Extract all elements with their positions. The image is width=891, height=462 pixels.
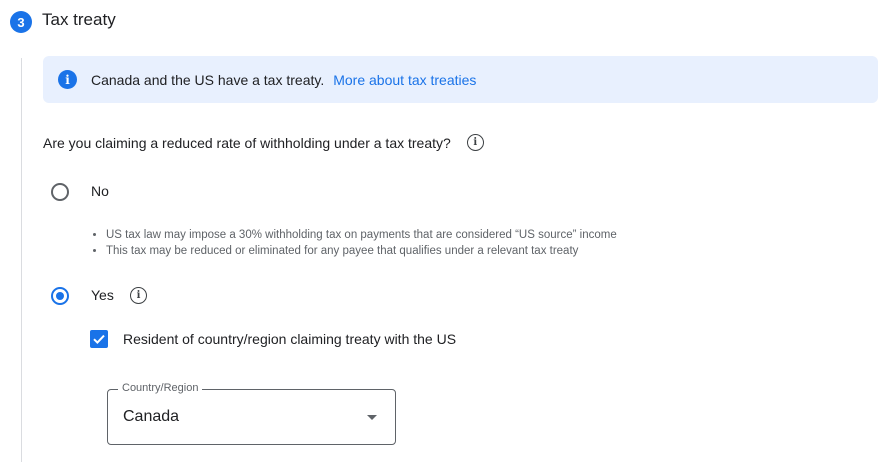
check-icon <box>93 334 105 345</box>
country-region-select[interactable]: Canada <box>107 389 396 445</box>
info-outline-icon[interactable]: i <box>466 134 484 151</box>
tax-treaties-link[interactable]: More about tax treaties <box>333 72 476 88</box>
section-title: Tax treaty <box>42 10 116 29</box>
resident-checkbox-label[interactable]: Resident of country/region claiming trea… <box>123 331 456 347</box>
info-outline-icon[interactable]: i <box>130 287 147 304</box>
radio-no[interactable] <box>51 183 69 201</box>
radio-yes[interactable] <box>51 287 69 305</box>
info-icon: i <box>58 70 77 89</box>
info-banner: i Canada and the US have a tax treaty. M… <box>43 56 878 103</box>
treaty-question-text: Are you claiming a reduced rate of withh… <box>43 134 451 151</box>
radio-yes-label[interactable]: Yes <box>91 287 114 303</box>
dropdown-arrow-icon <box>367 415 377 420</box>
radio-no-label[interactable]: No <box>91 183 109 199</box>
list-item: US tax law may impose a 30% withholding … <box>106 227 617 243</box>
country-region-label: Country/Region <box>118 382 203 394</box>
banner-text: Canada and the US have a tax treaty. <box>91 71 325 88</box>
treaty-question: Are you claiming a reduced rate of withh… <box>43 134 484 151</box>
no-option-notes: US tax law may impose a 30% withholding … <box>94 227 617 259</box>
step-number-badge: 3 <box>10 11 32 33</box>
step-connector-line <box>21 58 22 462</box>
resident-checkbox[interactable] <box>90 330 108 348</box>
country-region-value: Canada <box>123 408 180 425</box>
list-item: This tax may be reduced or eliminated fo… <box>106 243 617 259</box>
